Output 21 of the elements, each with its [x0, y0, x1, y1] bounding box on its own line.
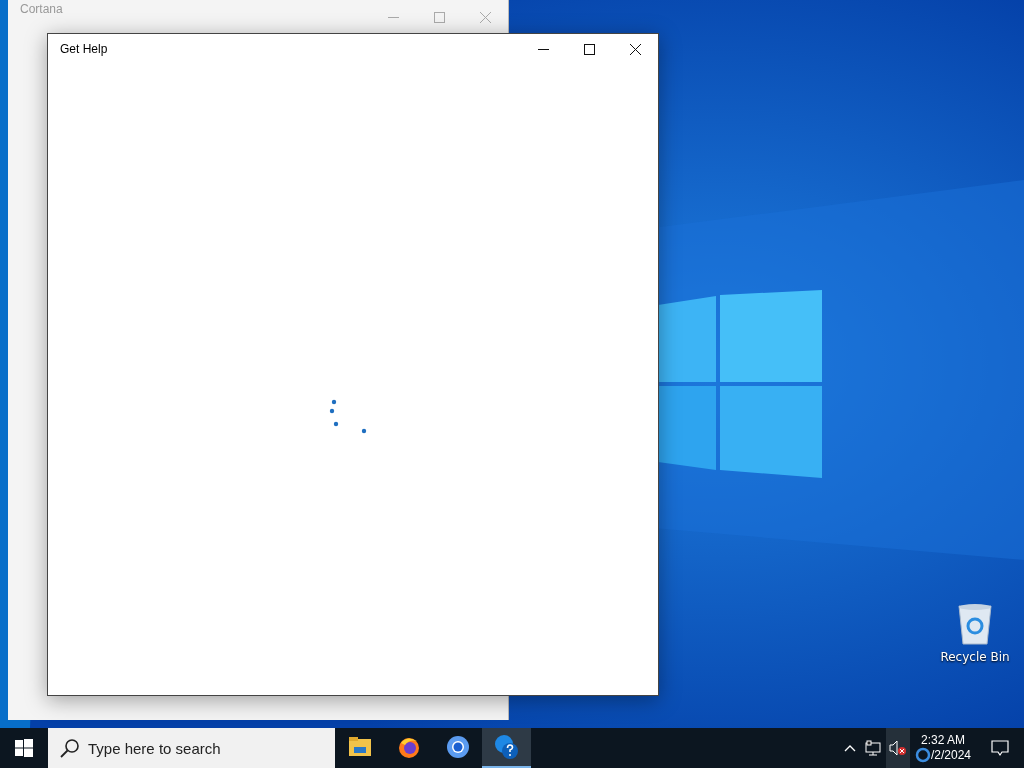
loading-ring-icon	[914, 747, 931, 763]
help-icon	[493, 734, 520, 760]
search-icon	[60, 738, 80, 758]
clock-time: 2:32 AM	[921, 733, 965, 747]
window-title: Get Help	[59, 42, 109, 56]
search-field[interactable]: Type here to search	[48, 728, 335, 768]
folder-icon	[347, 736, 372, 758]
window-title: Cortana	[19, 2, 64, 16]
firefox-icon	[396, 735, 421, 759]
desktop-icon-label[interactable]: Recycle Bin	[940, 650, 1010, 664]
clock-date: /2/2024	[930, 748, 971, 762]
browser-icon	[445, 735, 470, 759]
volume-muted-icon[interactable]	[886, 728, 910, 768]
close-icon	[479, 11, 491, 23]
maximize-icon	[583, 43, 595, 55]
clock[interactable]: 2:32 AM /2/2024	[910, 728, 976, 768]
close-icon	[629, 43, 641, 55]
help-taskbar-button[interactable]	[482, 728, 531, 768]
recycle-bin-icon[interactable]	[955, 602, 995, 646]
windows-logo-icon	[15, 739, 33, 757]
maximize-icon	[433, 11, 445, 23]
